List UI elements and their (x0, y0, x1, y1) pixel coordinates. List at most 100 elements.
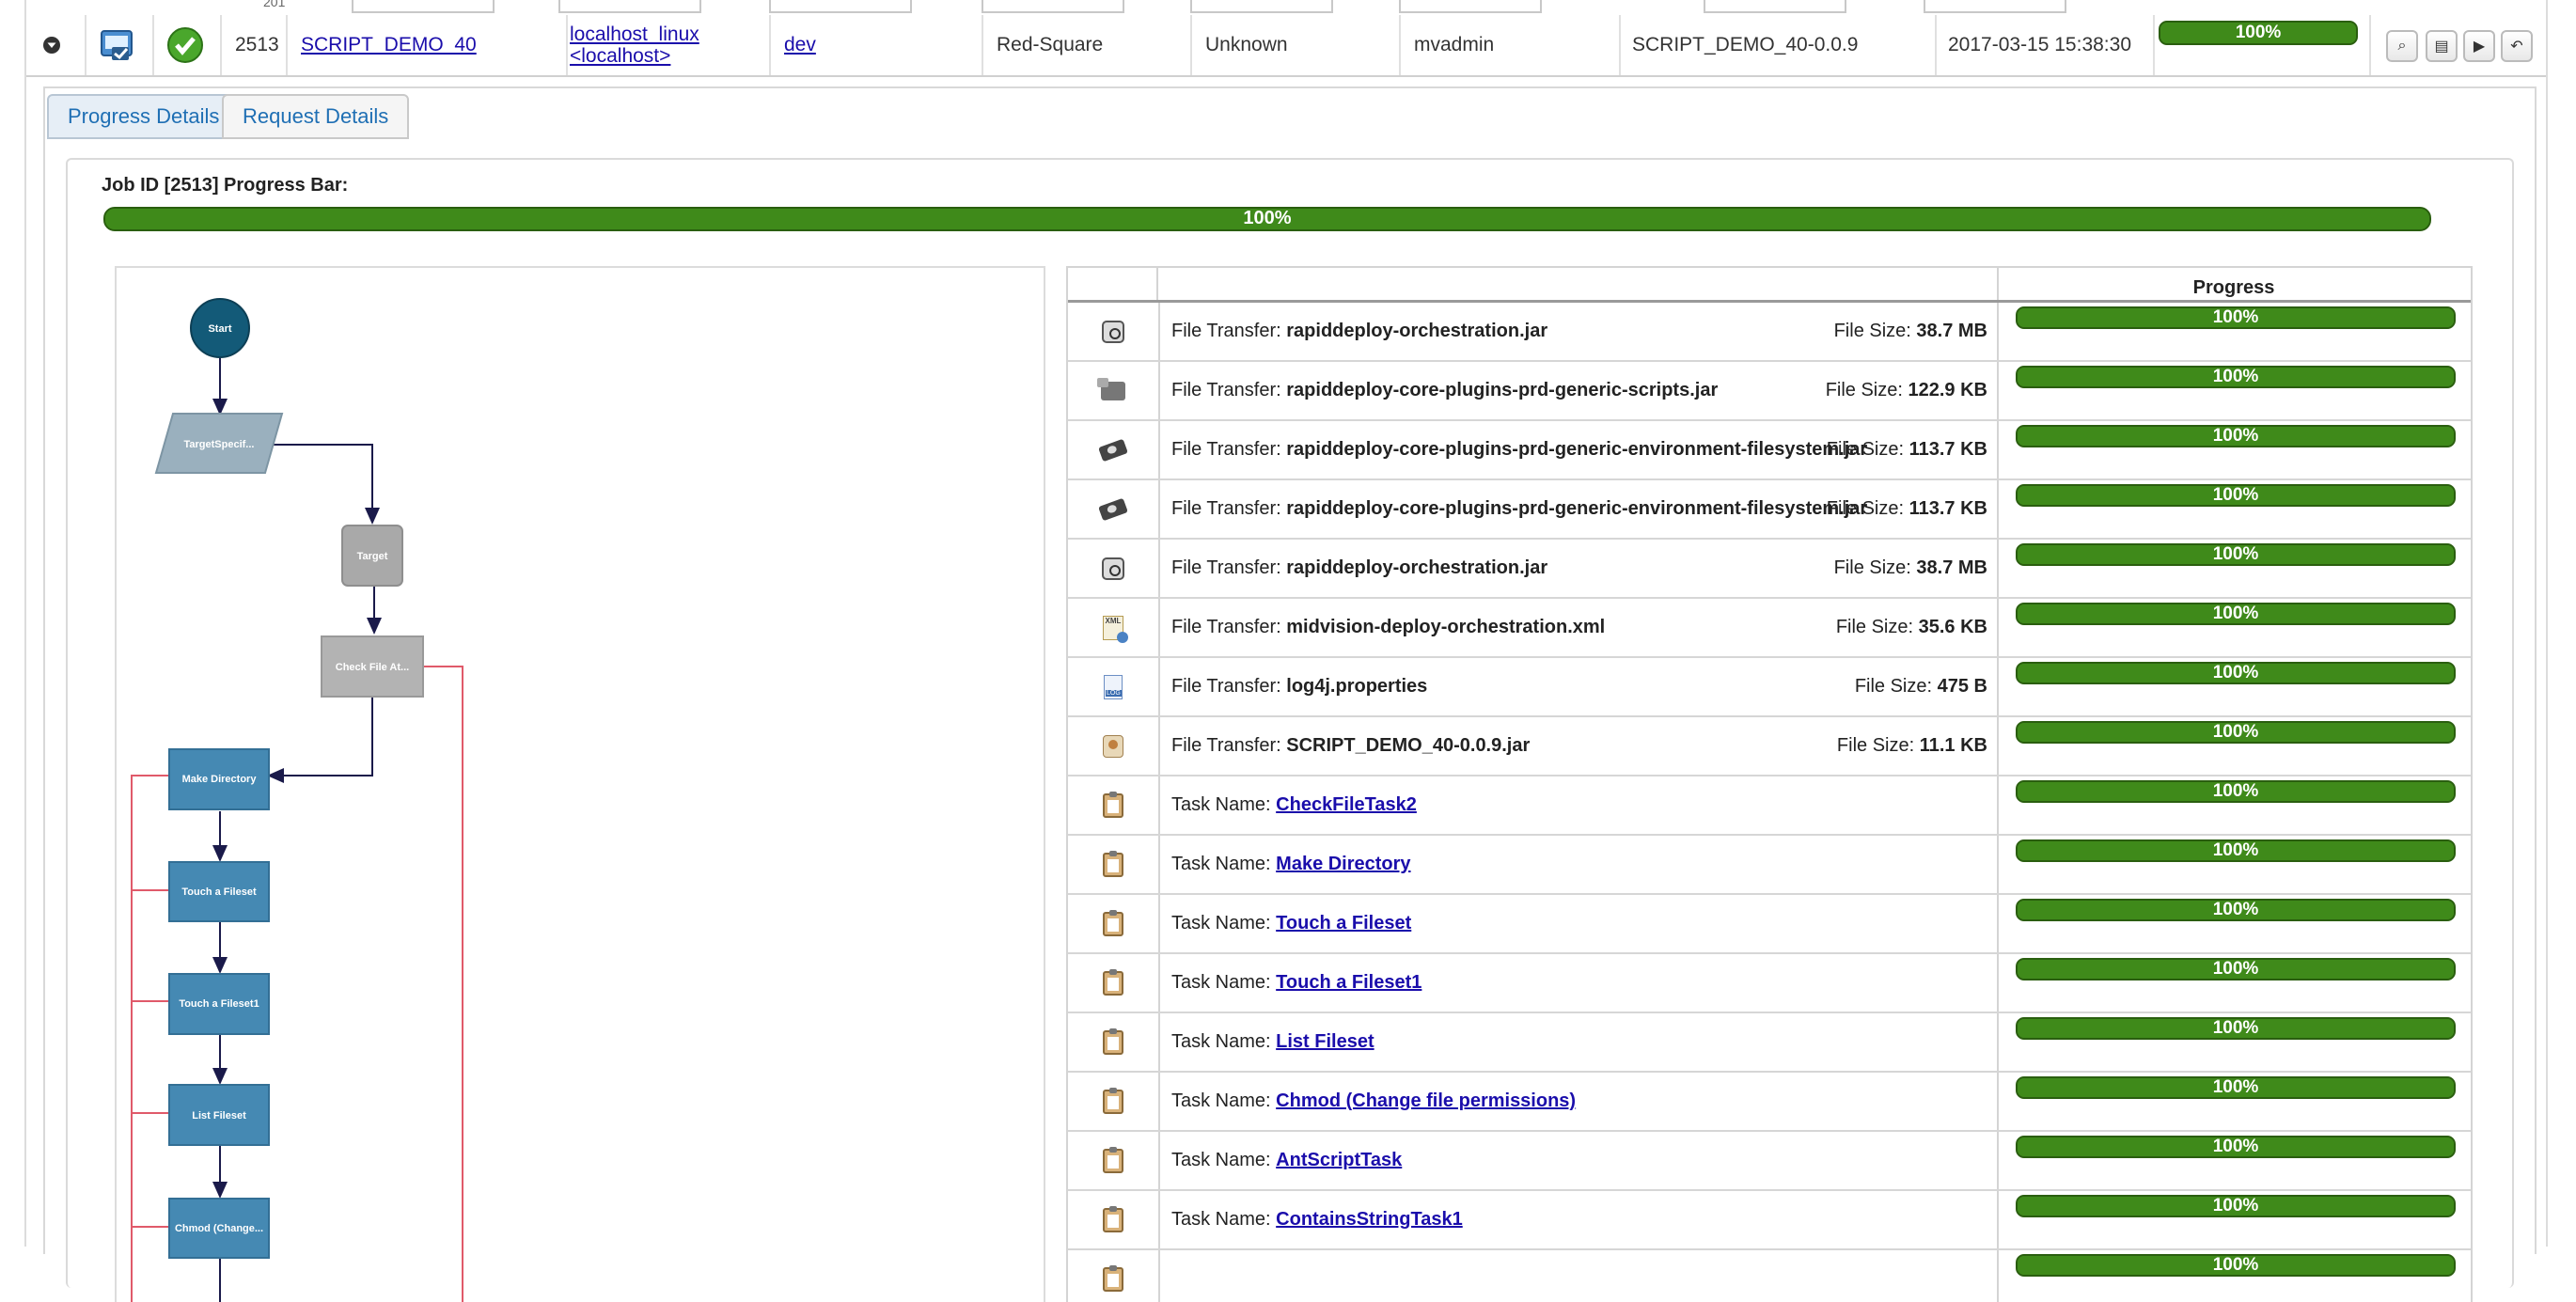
task-name-link[interactable]: Touch a Fileset1 (1276, 972, 1422, 994)
touch-fileset1-node[interactable]: Touch a Fileset1 (168, 973, 270, 1035)
row-description: Task Name: List Fileset (1171, 1013, 1374, 1071)
touch-fileset-node[interactable]: Touch a Fileset (168, 861, 270, 922)
project-link[interactable]: SCRIPT_DEMO_40 (301, 15, 477, 75)
file-name: rapiddeploy-core-plugins-prd-generic-env… (1286, 439, 1868, 460)
expand-toggle[interactable] (39, 15, 64, 75)
play-icon: ▶ (2473, 39, 2486, 55)
row-icon-cell (1068, 1132, 1160, 1189)
task-name-link[interactable]: List Fileset (1276, 1031, 1374, 1053)
file-transfer-row: File Transfer: rapiddeploy-orchestration… (1068, 303, 2471, 362)
file-size-prefix: File Size: (1836, 735, 1920, 756)
file-size-value: 11.1 KB (1919, 735, 1987, 756)
filter-input[interactable] (982, 0, 1124, 13)
plugin-icon (1097, 377, 1125, 400)
row-description: Task Name: Touch a Fileset1 (1171, 954, 1422, 1012)
filter-input[interactable] (1924, 0, 2066, 13)
column-divider (1997, 717, 1999, 775)
gear-icon (1098, 497, 1128, 521)
file-size: File Size: 38.7 MB (1834, 540, 1987, 597)
gear-icon (1098, 438, 1128, 462)
file-size: File Size: 38.7 MB (1834, 303, 1987, 360)
column-divider (1997, 362, 1999, 419)
row-prefix: Task Name: (1171, 1150, 1277, 1170)
file-transfer-row: File Transfer: rapiddeploy-core-plugins-… (1068, 421, 2471, 480)
file-size-value: 35.6 KB (1918, 617, 1987, 637)
tab-request-details[interactable]: Request Details (222, 94, 410, 139)
svg-text:Touch a Fileset: Touch a Fileset (181, 886, 257, 898)
column-divider (1997, 540, 1999, 597)
row-icon-cell (1068, 421, 1160, 478)
rollback-button[interactable]: ↶ (2501, 30, 2533, 62)
column-divider (1997, 776, 1999, 834)
row-icon-cell: XML (1068, 599, 1160, 656)
start-node[interactable]: Start (190, 298, 250, 358)
target-node[interactable]: Target (341, 525, 403, 587)
file-size: File Size: 113.7 KB (1827, 421, 1987, 478)
job-row: 2513 SCRIPT_DEMO_40 localhost_linux <loca… (26, 15, 2546, 77)
log-button[interactable]: ▤ (2426, 30, 2458, 62)
server-link-line1[interactable]: localhost_linux (570, 24, 699, 45)
search-button[interactable]: ⌕ (2386, 30, 2418, 62)
row-icon-cell (1068, 836, 1160, 893)
row-progress-bar: 100% (2016, 839, 2456, 862)
filter-input[interactable] (769, 0, 912, 13)
task-name-link[interactable]: CheckFileTask2 (1276, 794, 1417, 816)
filter-input[interactable] (558, 0, 701, 13)
task-row: Task Name: Make Directory 100% (1068, 836, 2471, 895)
row-progress-bar: 100% (2016, 1076, 2456, 1099)
environment-link[interactable]: dev (784, 15, 816, 75)
server-link-line2[interactable]: <localhost> (570, 45, 670, 67)
clipboard-icon (1103, 909, 1123, 936)
column-divider (1997, 954, 1999, 1012)
server-link[interactable]: localhost_linux <localhost> (570, 15, 699, 75)
filter-input[interactable] (1704, 0, 1846, 13)
chmod-node[interactable]: Chmod (Change... (168, 1198, 270, 1259)
list-fileset-node[interactable]: List Fileset (168, 1084, 270, 1146)
make-directory-node[interactable]: Make Directory (168, 748, 270, 810)
task-name-link[interactable]: Chmod (Change file permissions) (1276, 1090, 1576, 1112)
filter-input[interactable] (1399, 0, 1542, 13)
file-size-prefix: File Size: (1825, 380, 1908, 400)
target-value: Red-Square (997, 34, 1104, 55)
row-progress-bar: 100% (2016, 1254, 2456, 1277)
check-file-node[interactable]: Check File At... (321, 635, 424, 698)
file-size-value: 475 B (1937, 676, 1987, 697)
row-icon-cell (1068, 480, 1160, 538)
file-name: log4j.properties (1286, 676, 1428, 697)
target-specific-node[interactable]: TargetSpecif... (154, 413, 284, 474)
row-prefix: Task Name: (1171, 913, 1277, 933)
column-divider (1997, 1132, 1999, 1189)
date-value: 2017-03-15 15:38:30 (1948, 34, 2131, 55)
svg-text:TargetSpecif...: TargetSpecif... (184, 439, 255, 450)
file-size-value: 38.7 MB (1916, 557, 1987, 578)
svg-text:Start: Start (208, 323, 231, 335)
row-description: File Transfer: rapiddeploy-core-plugins-… (1171, 362, 1718, 419)
run-button[interactable]: ▶ (2463, 30, 2495, 62)
column-divider (1997, 658, 1999, 715)
row-progress-label: 100% (2212, 485, 2259, 505)
tab-progress-details[interactable]: Progress Details (47, 94, 241, 139)
project-link-text[interactable]: SCRIPT_DEMO_40 (301, 34, 477, 56)
file-size-prefix: File Size: (1826, 498, 1909, 519)
clipboard-icon (1103, 1264, 1123, 1292)
task-name-link[interactable]: AntScriptTask (1276, 1150, 1402, 1171)
filter-input[interactable] (352, 0, 495, 13)
svg-text:Chmod (Change...: Chmod (Change... (175, 1223, 263, 1234)
row-progress-bar: 100% (2016, 780, 2456, 803)
row-progress-bar: 100% (2016, 1136, 2456, 1158)
file-transfer-row: XML File Transfer: midvision-deploy-orche… (1068, 599, 2471, 658)
filter-input[interactable] (1190, 0, 1333, 13)
file-name: rapiddeploy-orchestration.jar (1286, 321, 1548, 341)
row-icon-cell (1068, 1191, 1160, 1248)
svg-text:Check File At...: Check File At... (336, 662, 409, 673)
task-name-link[interactable]: Touch a Fileset (1276, 913, 1411, 934)
row-progress-label: 100% (2212, 959, 2259, 979)
environment-link-text[interactable]: dev (784, 34, 816, 56)
row-progress-label: 100% (2212, 544, 2259, 564)
task-name-link[interactable]: ContainsStringTask1 (1276, 1209, 1463, 1231)
file-size-value: 113.7 KB (1908, 498, 1987, 519)
row-progress-label: 100% (2212, 781, 2259, 801)
row-prefix: File Transfer: (1171, 676, 1287, 697)
task-row: Task Name: Chmod (Change file permission… (1068, 1073, 2471, 1132)
task-name-link[interactable]: Make Directory (1276, 854, 1410, 875)
